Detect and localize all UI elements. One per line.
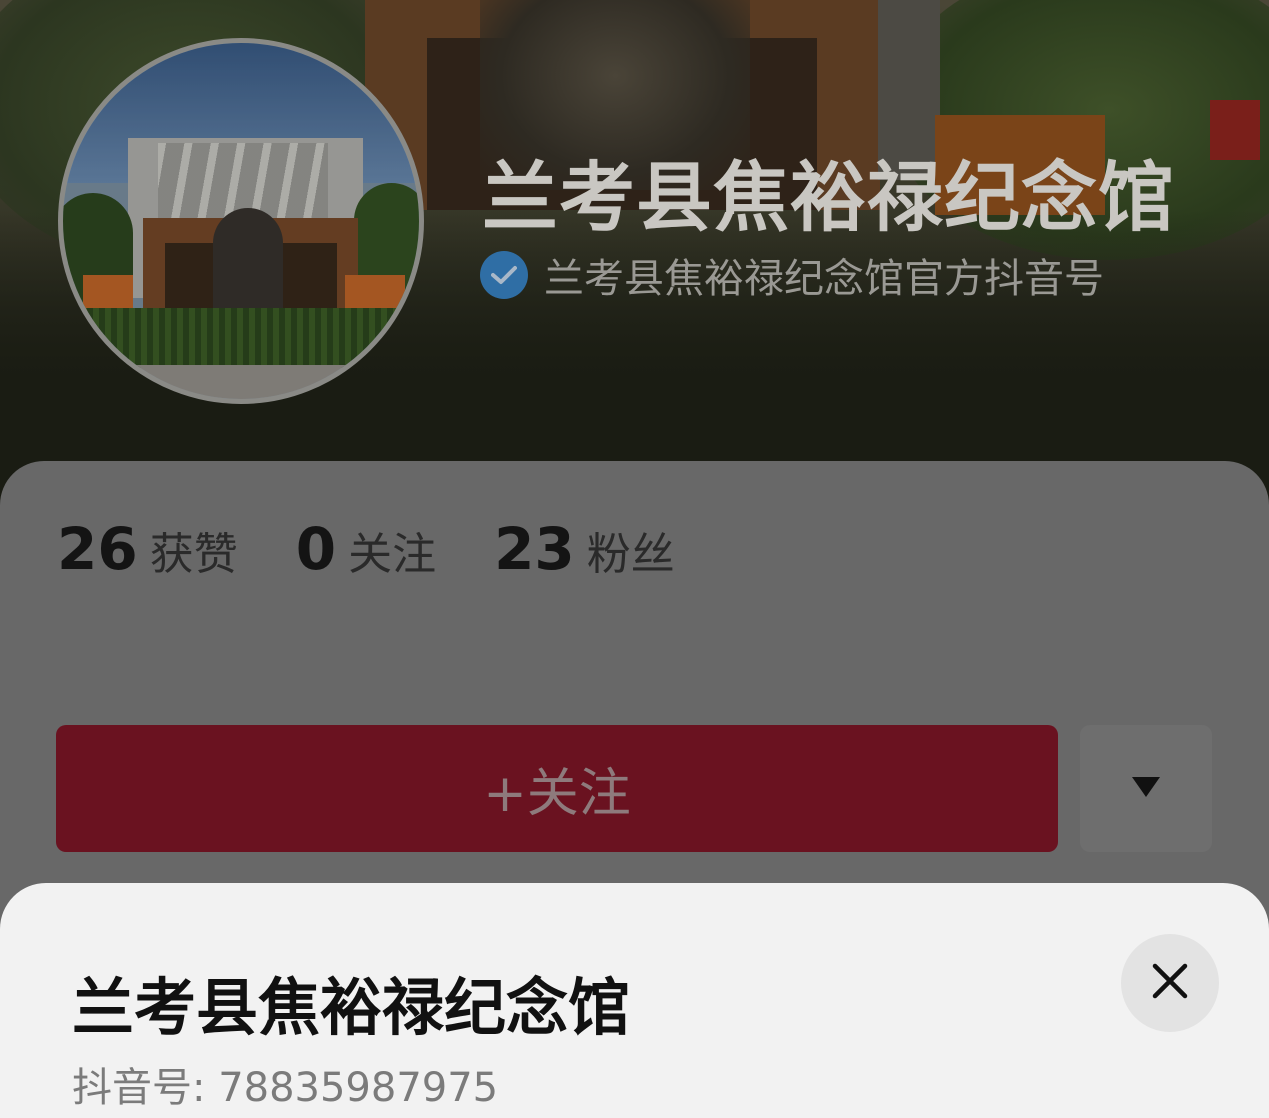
stat-label: 粉丝 (586, 529, 675, 580)
avatar[interactable] (58, 38, 424, 404)
stat-label: 获赞 (149, 529, 238, 580)
stat-value: 26 (57, 515, 138, 583)
close-button[interactable] (1121, 934, 1219, 1032)
verified-description: 兰考县焦裕禄纪念馆官方抖音号 (544, 256, 1104, 302)
stat-followers[interactable]: 23 粉丝 (494, 515, 675, 583)
stat-following[interactable]: 0 关注 (296, 515, 436, 583)
stat-label: 关注 (348, 529, 437, 580)
more-options-button[interactable] (1080, 725, 1212, 852)
stat-value: 0 (295, 515, 337, 583)
profile-screen: 兰考县焦裕禄纪念馆 兰考县焦裕禄纪念馆官方抖音号 26 获赞 0 关注 23 粉… (0, 0, 1269, 1118)
triangle-down-icon (1130, 775, 1162, 803)
account-name: 兰考县焦裕禄纪念馆 (482, 153, 1175, 242)
verified-check-icon (480, 251, 528, 299)
follow-button[interactable]: +关注 (56, 725, 1058, 852)
sheet-title: 兰考县焦裕禄纪念馆 (72, 971, 631, 1044)
close-icon (1151, 962, 1189, 1004)
stat-likes[interactable]: 26 获赞 (57, 515, 238, 583)
profile-stats: 26 获赞 0 关注 23 粉丝 (57, 515, 733, 585)
douyin-id: 抖音号: 78835987975 (72, 1065, 499, 1111)
verified-badge-row: 兰考县焦裕禄纪念馆官方抖音号 (480, 250, 1104, 302)
stat-value: 23 (494, 515, 575, 583)
cover-red-sign (1210, 100, 1260, 160)
